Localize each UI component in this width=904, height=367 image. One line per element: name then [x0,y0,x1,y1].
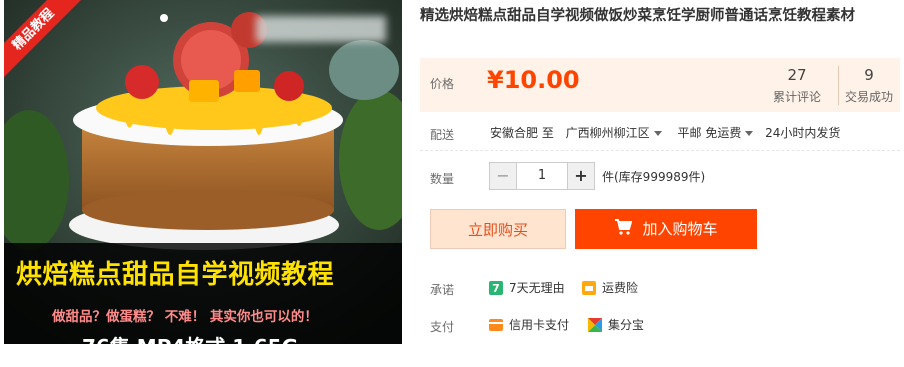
dispatch-time: 24小时内发货 [765,126,841,140]
promise-shipping-insurance[interactable]: 运费险 [582,279,638,296]
deal-count-stat[interactable]: 9 交易成功 [838,66,897,105]
shipping-method: 平邮 免运费 [677,126,742,140]
seven-day-return-icon: 7 [489,280,503,295]
banner-subtitle: 做甜品？做蛋糕？ 不难！ 其实你也可以的！ [52,309,318,325]
promise-label: 承诺 [430,283,455,297]
promise-no-reason-return[interactable]: 7 7天无理由 [489,279,565,296]
banner-specs: 76集 MP4格式 1.65G [82,331,298,344]
chevron-down-icon [745,131,754,136]
shipping-from: 安徽合肥 至 [490,126,554,140]
shipping-method-select[interactable]: 平邮 免运费 [678,124,754,141]
watermark-logo [256,16,386,42]
stock-info: 件(库存999989件) [602,170,706,184]
promise-item-label: 运费险 [602,281,639,295]
review-count-label: 累计评论 [772,90,821,104]
payment-label: 支付 [430,320,455,334]
shipping-destination: 广西柳州柳江区 [565,126,650,140]
increase-quantity-button[interactable]: + [568,163,594,189]
review-count-stat[interactable]: 27 累计评论 [770,66,824,105]
decrease-quantity-button[interactable]: − [490,163,516,189]
price-panel: 价格 ¥10.00 27 累计评论 9 交易成功 [420,58,900,112]
review-count: 27 [787,66,807,84]
cart-icon [614,210,633,250]
shipping-insurance-icon [582,280,596,295]
svg-text:7: 7 [492,282,500,295]
price-value: ¥10.00 [487,66,580,94]
buy-now-button[interactable]: 立即购买 [430,209,566,249]
shipping-label: 配送 [430,128,455,142]
product-title: 精选烘焙糕点甜品自学视频做饭炒菜烹饪学厨师普通话烹饪教程素材 [420,8,855,24]
quantity-input[interactable]: 1 [516,163,568,189]
add-to-cart-label: 加入购物车 [642,220,718,238]
jifenbao-icon [588,317,602,332]
chevron-down-icon [653,131,662,136]
quantity-label: 数量 [430,172,455,186]
add-to-cart-button[interactable]: 加入购物车 [575,209,757,249]
deal-count: 9 [864,66,874,84]
section-divider [420,150,900,152]
payment-item-label: 集分宝 [608,318,645,332]
product-image[interactable]: 精品教程 烘焙糕点甜品自学视频教程 做甜品？做蛋糕？ 不难！ 其实你也可以的！ … [4,0,402,344]
credit-card-icon [489,318,503,332]
banner-title: 烘焙糕点甜品自学视频教程 [16,260,335,290]
destination-select[interactable]: 广西柳州柳江区 [566,124,662,141]
payment-credit-card[interactable]: 信用卡支付 [489,316,569,333]
promise-item-label: 7天无理由 [509,281,565,295]
payment-item-label: 信用卡支付 [509,318,570,332]
payment-jifenbao[interactable]: 集分宝 [588,316,644,333]
price-label: 价格 [430,77,455,91]
deal-count-label: 交易成功 [844,90,893,104]
quantity-stepper: − 1 + [489,162,595,190]
shipping-row: 安徽合肥 至 广西柳州柳江区 平邮 免运费 24小时内发货 [490,124,840,141]
